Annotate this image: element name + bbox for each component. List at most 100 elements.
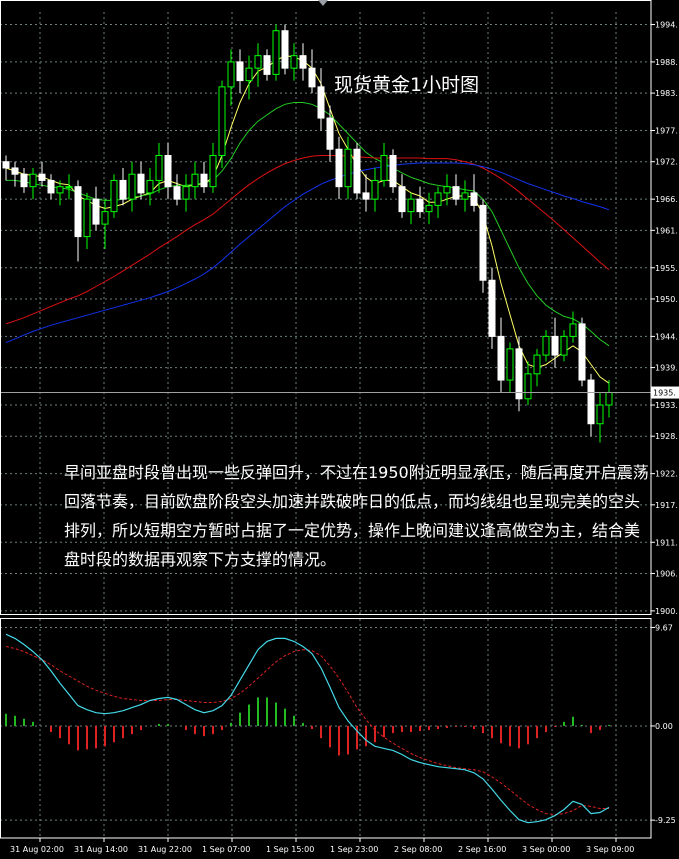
candle-body [137, 173, 145, 194]
candle-body [488, 279, 496, 337]
candle-body [92, 198, 100, 225]
candle-body [452, 186, 460, 200]
chart-title: 现货黄金1小时图 [334, 74, 480, 96]
candle-body [587, 379, 595, 425]
x-tick-label: 3 Sep 00:00 [522, 845, 570, 854]
candle-body [191, 173, 199, 188]
candle-body [578, 323, 586, 381]
candle-body [227, 61, 235, 88]
macd-y-tick-label: 9.67 [655, 623, 673, 632]
candle-body [497, 335, 505, 381]
price-y-tick-label: 1955. [655, 264, 678, 273]
price-y-tick-label: 1922. [655, 470, 678, 479]
candle-body [2, 161, 10, 169]
gold-hourly-chart: 1994. 1988. 1983. 1977. 1972. 1966. 1961. 1955.… [0, 0, 679, 859]
price-y-tick-label: 1961. [655, 226, 678, 235]
candle-body [479, 204, 487, 281]
candle-body [182, 186, 190, 200]
candle-body [74, 186, 82, 238]
bear-candle [488, 267, 496, 349]
x-tick-label: 2 Sep 08:00 [394, 845, 442, 854]
bear-candle [389, 149, 397, 193]
candle-body [533, 354, 541, 375]
candle-body [47, 179, 55, 194]
candle-body [335, 148, 343, 188]
candle-body [110, 179, 118, 213]
candle-body [560, 335, 568, 356]
candle-body [299, 55, 307, 69]
price-y-tick-label: 1906. [655, 569, 678, 578]
candle-body [389, 154, 397, 188]
candle-body [254, 55, 262, 69]
price-y-tick-label: 1928. [655, 432, 678, 441]
bear-candle [281, 24, 289, 75]
macd-y-tick-label: 0.00 [655, 722, 673, 731]
candle-body [443, 186, 451, 194]
x-tick-label: 2 Sep 16:00 [458, 845, 506, 854]
candle-body [326, 117, 334, 150]
candle-body [218, 86, 226, 156]
candle-body [65, 186, 73, 189]
bear-candle [578, 317, 586, 387]
bear-candle [479, 199, 487, 293]
candle-body [308, 67, 316, 88]
candle-body [38, 173, 46, 181]
bull-candle [218, 80, 226, 168]
candle-body [524, 373, 532, 400]
candle-body [398, 186, 406, 213]
candle-body [164, 154, 172, 188]
candle-body [281, 30, 289, 69]
bear-candle [353, 143, 361, 200]
x-tick-label: 1 Sep 07:00 [202, 845, 250, 854]
price-y-tick-label: 1900. [655, 607, 678, 616]
candle-body [128, 173, 136, 200]
candle-body [200, 173, 208, 188]
candle-body [416, 198, 424, 213]
candle-body [317, 86, 325, 119]
price-y-tick-label: 1939. [655, 364, 678, 373]
candle-body [263, 55, 271, 75]
candle-body [272, 30, 280, 75]
price-y-tick-label: 1933. [655, 401, 678, 410]
market-commentary: 早间亚盘时段曾出现一些反弹回升，不过在1950附近明显承压，随后再度开启震荡回落… [64, 463, 649, 569]
price-y-tick-label: 1911. [655, 538, 678, 547]
bull-candle [110, 174, 118, 218]
candle-body [371, 179, 379, 200]
price-y-tick-label: 1966. [655, 195, 678, 204]
bull-candle [272, 24, 280, 81]
price-y-tick-label: 1972. [655, 158, 678, 167]
x-tick-label: 3 Sep 09:00 [586, 845, 634, 854]
price-y-tick-label: 1983. [655, 89, 678, 98]
price-y-tick-label: 1994. [655, 20, 678, 29]
candle-body [20, 173, 28, 188]
current-price-label: 1935. [653, 389, 676, 398]
price-y-tick-label: 1944. [655, 332, 678, 341]
candle-body [380, 154, 388, 181]
candle-body [470, 192, 478, 206]
candle-body [146, 179, 154, 194]
candle-body [353, 148, 361, 194]
candle-body [155, 154, 163, 181]
x-tick-label: 1 Sep 15:00 [266, 845, 314, 854]
candle-body [173, 186, 181, 200]
price-y-tick-label: 1950. [655, 295, 678, 304]
candle-body [101, 211, 109, 225]
candle-body [11, 167, 19, 175]
x-tick-label: 1 Sep 23:00 [330, 845, 378, 854]
candle-body [596, 404, 604, 425]
candle-body [506, 348, 514, 381]
candle-body [407, 198, 415, 213]
candle-body [245, 67, 253, 82]
x-tick-label: 31 Aug 02:00 [10, 845, 64, 854]
price-y-tick-label: 1988. [655, 58, 678, 67]
x-tick-label: 31 Aug 22:00 [138, 845, 192, 854]
macd-y-tick-label: -9.25 [655, 816, 676, 825]
candle-body [461, 192, 469, 200]
price-y-tick-label: 1977. [655, 127, 678, 136]
candle-body [515, 348, 523, 400]
candle-body [434, 192, 442, 206]
candle-body [119, 179, 127, 200]
candle-body [344, 148, 352, 188]
candle-body [56, 186, 64, 194]
candle-body [605, 392, 613, 406]
